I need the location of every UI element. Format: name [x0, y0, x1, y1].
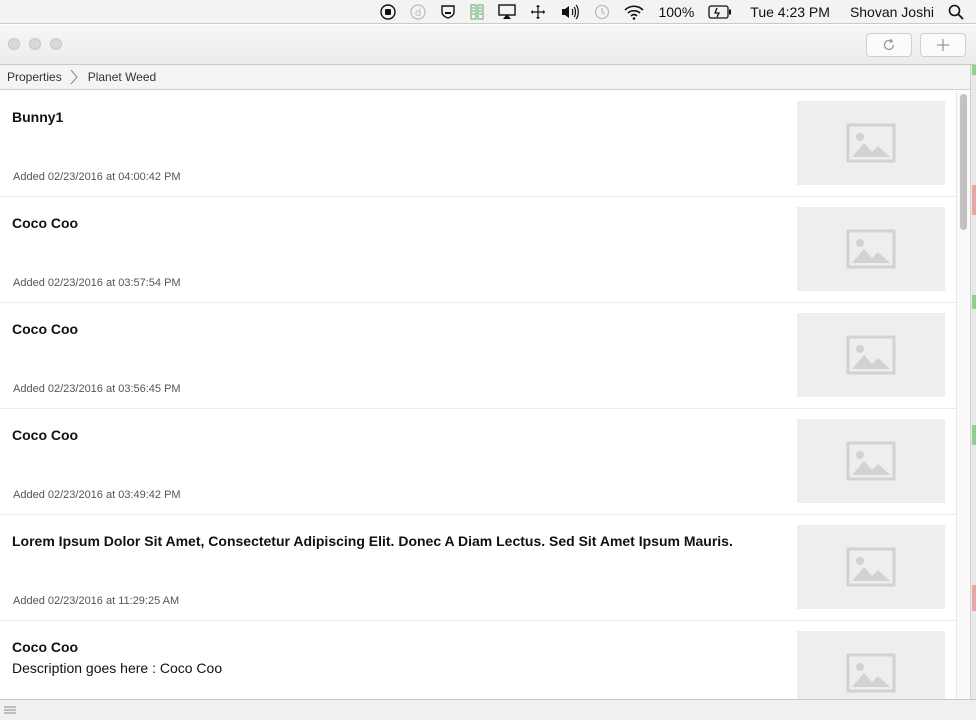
- volume-icon[interactable]: [560, 0, 580, 24]
- zoom-window-button[interactable]: [50, 38, 62, 50]
- image-placeholder-icon: [846, 335, 896, 375]
- breadcrumb: Properties Planet Weed: [0, 65, 976, 90]
- status-bar: [0, 699, 976, 720]
- list-item[interactable]: Coco Coo Description goes here : Coco Co…: [0, 621, 956, 699]
- list-item[interactable]: Coco Coo Added 02/23/2016 at 03:56:45 PM: [0, 303, 956, 409]
- close-window-button[interactable]: [8, 38, 20, 50]
- breadcrumb-current[interactable]: Planet Weed: [88, 70, 157, 84]
- time-machine-icon[interactable]: [594, 0, 610, 24]
- airplay-icon[interactable]: [498, 0, 517, 24]
- item-thumbnail[interactable]: [797, 525, 945, 609]
- item-date: Added 02/23/2016 at 03:56:45 PM: [13, 383, 181, 395]
- item-title: Coco Coo: [12, 321, 79, 337]
- image-placeholder-icon: [846, 441, 896, 481]
- image-placeholder-icon: [846, 547, 896, 587]
- svg-text:d: d: [415, 8, 421, 19]
- image-placeholder-icon: [846, 653, 896, 693]
- vertical-scrollbar[interactable]: [956, 91, 970, 699]
- add-button[interactable]: [920, 33, 966, 57]
- wifi-icon[interactable]: [624, 0, 645, 24]
- menubar-clock[interactable]: Tue 4:23 PM: [750, 0, 830, 24]
- menu-bar: d 100% Tue 4:23 PM Shovan Joshi: [0, 0, 976, 24]
- scrollbar-thumb[interactable]: [960, 94, 967, 230]
- item-thumbnail[interactable]: [797, 419, 945, 503]
- item-date: Added 02/23/2016 at 03:57:54 PM: [13, 277, 181, 289]
- shield-icon[interactable]: [440, 0, 456, 24]
- item-thumbnail[interactable]: [797, 313, 945, 397]
- window-controls: [8, 38, 62, 50]
- background-window-edge: [970, 65, 976, 700]
- item-title: Coco Coo: [12, 427, 79, 443]
- breadcrumb-properties[interactable]: Properties: [7, 70, 62, 84]
- item-description: Description goes here : Coco Coo: [12, 660, 223, 676]
- minimize-window-button[interactable]: [29, 38, 41, 50]
- battery-icon[interactable]: [708, 0, 732, 24]
- item-date: Added 02/23/2016 at 11:29:25 AM: [13, 595, 180, 607]
- stack-icon[interactable]: [470, 0, 484, 24]
- item-thumbnail[interactable]: [797, 631, 945, 699]
- battery-percent: 100%: [658, 3, 695, 20]
- menubar-user[interactable]: Shovan Joshi: [850, 0, 934, 24]
- window-titlebar: [0, 25, 976, 65]
- item-date: Added 02/23/2016 at 03:49:42 PM: [13, 489, 181, 501]
- chevron-right-icon: [70, 69, 78, 85]
- item-title: Coco Coo: [12, 639, 79, 655]
- refresh-icon: [883, 38, 895, 51]
- item-date: Added 02/23/2016 at 04:00:42 PM: [13, 171, 181, 183]
- image-placeholder-icon: [846, 123, 896, 163]
- plus-icon: [937, 39, 949, 51]
- item-thumbnail[interactable]: [797, 207, 945, 291]
- d-badge-icon[interactable]: d: [410, 0, 427, 24]
- item-title: Lorem Ipsum Dolor Sit Amet, Consectetur …: [12, 533, 733, 549]
- image-placeholder-icon: [846, 229, 896, 269]
- refresh-button[interactable]: [866, 33, 912, 57]
- item-title: Bunny1: [12, 109, 64, 125]
- property-list: Bunny1 Added 02/23/2016 at 04:00:42 PM C…: [0, 91, 956, 699]
- search-icon[interactable]: [948, 0, 964, 24]
- grip-icon[interactable]: [4, 706, 16, 716]
- list-item[interactable]: Lorem Ipsum Dolor Sit Amet, Consectetur …: [0, 515, 956, 621]
- item-thumbnail[interactable]: [797, 101, 945, 185]
- list-item[interactable]: Bunny1 Added 02/23/2016 at 04:00:42 PM: [0, 91, 956, 197]
- record-icon[interactable]: [380, 0, 397, 24]
- item-title: Coco Coo: [12, 215, 79, 231]
- list-item[interactable]: Coco Coo Added 02/23/2016 at 03:49:42 PM: [0, 409, 956, 515]
- list-item[interactable]: Coco Coo Added 02/23/2016 at 03:57:54 PM: [0, 197, 956, 303]
- move-icon[interactable]: [530, 0, 546, 24]
